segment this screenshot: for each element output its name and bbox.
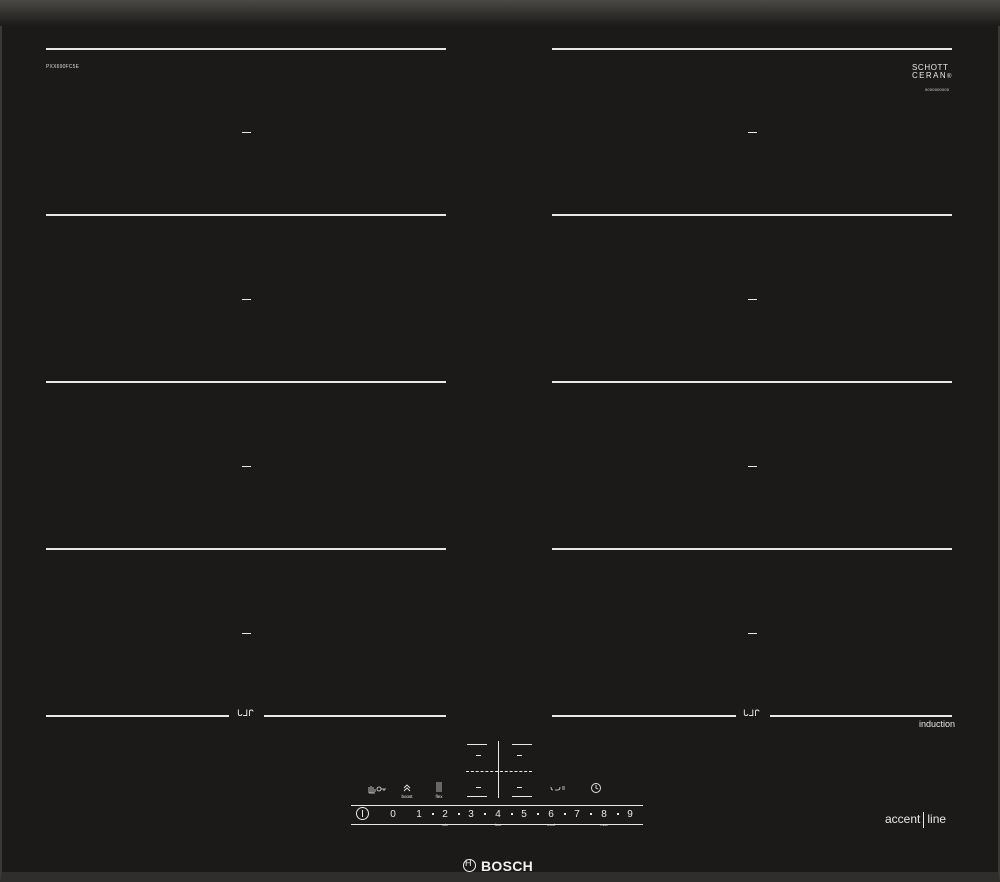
- zone-select-top-right[interactable]: [512, 744, 532, 745]
- power-level-dot: [458, 813, 460, 815]
- ceran-text: CERAN®: [912, 71, 953, 81]
- zone-marker-right-4: [552, 548, 952, 550]
- childlock-icon[interactable]: [367, 784, 387, 796]
- model-code: PXX690FC5E: [46, 64, 80, 70]
- zone-marker-right-1: [552, 48, 952, 50]
- induction-label: induction: [919, 719, 956, 729]
- power-slider-top-line: [351, 805, 643, 806]
- power-sublabel-low: low: [494, 822, 501, 827]
- flex-label: flex: [435, 794, 443, 799]
- zone-left-3-indicator: [242, 466, 251, 467]
- power-level-5[interactable]: 5: [519, 809, 529, 820]
- series-separator: [923, 812, 925, 828]
- brand-name: BOSCH: [481, 858, 534, 874]
- power-icon[interactable]: [356, 807, 369, 820]
- schott-ceran-logo: SCHOTT CERAN®: [912, 64, 953, 81]
- power-level-3[interactable]: 3: [466, 809, 476, 820]
- series-part2: line: [927, 812, 947, 827]
- zone-display-top-right: [517, 755, 522, 756]
- zone-right-2-indicator: [748, 299, 757, 300]
- zone-marker-right-3: [552, 381, 952, 383]
- power-level-dot: [590, 813, 592, 815]
- zone-marker-right-bottom-b: [770, 715, 952, 717]
- zone-right-3-indicator: [748, 466, 757, 467]
- serial-number: 0000000000: [925, 87, 950, 92]
- power-level-dot: [511, 813, 513, 815]
- power-level-dot: [484, 813, 486, 815]
- cooktop-panel: [0, 0, 1000, 882]
- zone-display-bottom-right: [517, 787, 522, 788]
- power-level-8[interactable]: 8: [599, 809, 609, 820]
- zone-marker-left-4: [46, 548, 446, 550]
- zone-left-4-indicator: [242, 633, 251, 634]
- zone-marker-left-3: [46, 381, 446, 383]
- power-level-7[interactable]: 7: [572, 809, 582, 820]
- series-logo: accent line: [885, 812, 946, 828]
- power-level-0[interactable]: 0: [388, 809, 398, 820]
- power-level-4[interactable]: 4: [493, 809, 503, 820]
- zone-marker-left-bottom-b: [264, 715, 446, 717]
- power-sublabel-max: max: [600, 822, 608, 827]
- move-icon[interactable]: [550, 784, 566, 794]
- zone-marker-left-2: [46, 214, 446, 216]
- zone-marker-right-bottom-a: [552, 715, 736, 717]
- power-level-dot: [564, 813, 566, 815]
- zone-marker-right-2: [552, 214, 952, 216]
- series-part1: accent: [885, 812, 921, 827]
- flex-icon[interactable]: [433, 782, 445, 794]
- zone-select-divider: [498, 741, 499, 798]
- zone-left-1-indicator: [242, 132, 251, 133]
- zone-marker-left-1: [46, 48, 446, 50]
- power-level-dot: [617, 813, 619, 815]
- power-level-1[interactable]: 1: [414, 809, 424, 820]
- zone-select-top-left[interactable]: [467, 744, 487, 745]
- zone-display-bottom-left: [476, 787, 481, 788]
- zone-right-1-indicator: [748, 132, 757, 133]
- zone-select-bottom-left[interactable]: [467, 796, 487, 797]
- power-level-dot: [432, 813, 434, 815]
- timer-icon[interactable]: [590, 782, 602, 796]
- zone-left-2-indicator: [242, 299, 251, 300]
- bosch-logo-icon: [463, 858, 476, 872]
- power-level-9[interactable]: 9: [625, 809, 635, 820]
- power-sublabel-min: min: [441, 822, 449, 827]
- flex-bridge-icon-left: ᒐᒧᒋ: [237, 708, 254, 718]
- power-level-dot: [537, 813, 539, 815]
- power-level-6[interactable]: 6: [546, 809, 556, 820]
- power-level-2[interactable]: 2: [440, 809, 450, 820]
- zone-right-4-indicator: [748, 633, 757, 634]
- flex-bridge-icon-right: ᒐᒧᒋ: [743, 708, 760, 718]
- cooktop-top-edge: [0, 0, 1000, 26]
- zone-marker-left-bottom-a: [46, 715, 229, 717]
- zone-select-dotted-divider: [466, 771, 532, 772]
- power-sublabel-med: med: [547, 822, 555, 827]
- boost-label: boost: [401, 794, 413, 799]
- zone-display-top-left: [476, 755, 481, 756]
- zone-select-bottom-right[interactable]: [512, 796, 532, 797]
